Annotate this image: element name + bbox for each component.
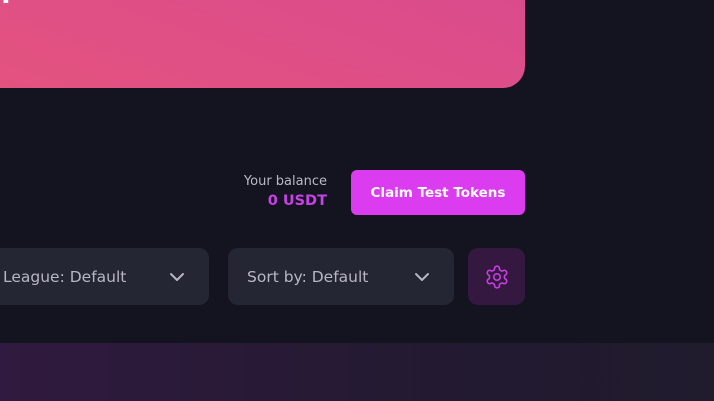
sort-select[interactable]: Sort by: Default	[228, 248, 454, 305]
hero-banner: !	[0, 0, 525, 88]
league-select[interactable]: League: Default	[0, 248, 209, 305]
chevron-down-icon	[170, 272, 184, 281]
balance-display: Your balance 0 USDT	[244, 173, 327, 212]
balance-value: 0 USDT	[267, 193, 327, 209]
chevron-down-icon	[415, 272, 429, 281]
hero-title: !	[0, 0, 12, 10]
page: ! Your balance 0 USDT Claim Test Tokens …	[0, 0, 714, 401]
balance-label: Your balance	[243, 174, 327, 189]
sort-select-label: Sort by: Default	[247, 267, 369, 286]
claim-test-tokens-button[interactable]: Claim Test Tokens	[351, 170, 525, 215]
settings-button[interactable]	[468, 248, 525, 305]
gear-icon	[485, 264, 508, 289]
league-select-label: League: Default	[3, 267, 127, 286]
content-panel	[0, 343, 714, 401]
